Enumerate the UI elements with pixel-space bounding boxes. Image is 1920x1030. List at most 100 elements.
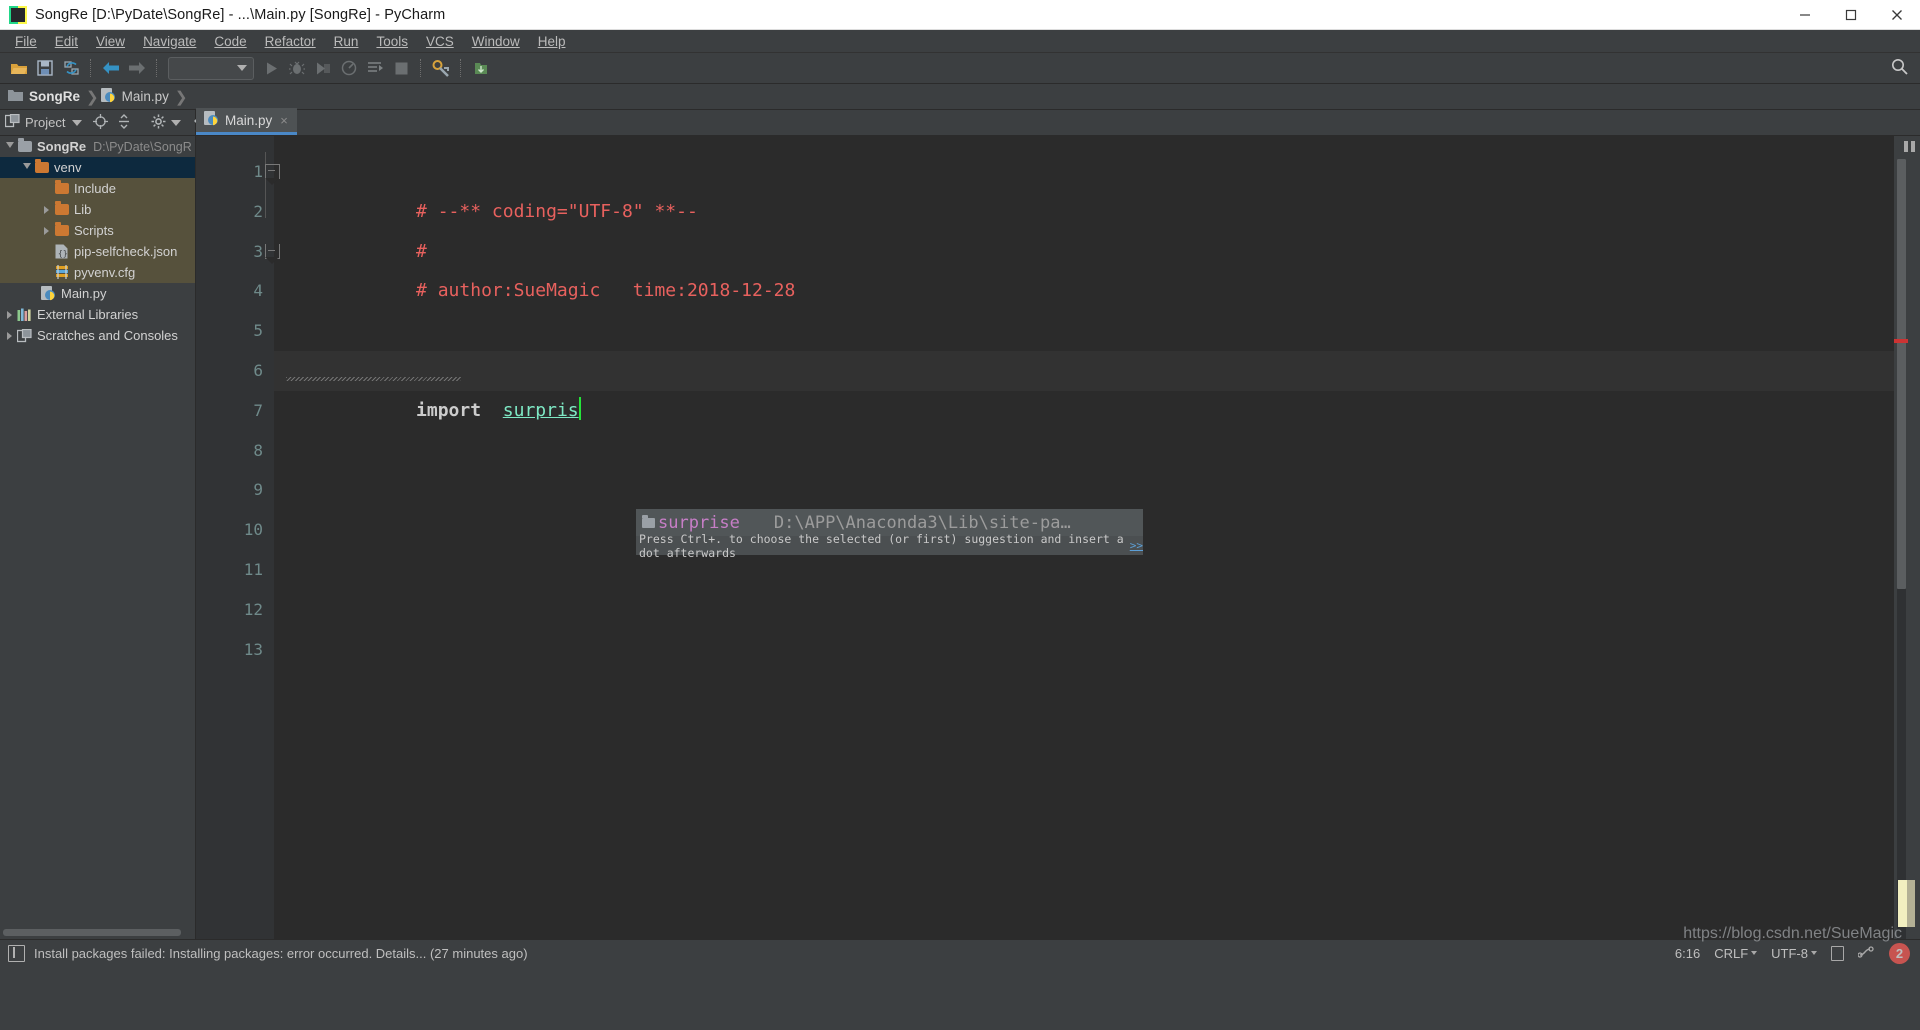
expand-arrow-icon[interactable]	[3, 331, 16, 340]
chevron-down-icon[interactable]	[72, 119, 83, 126]
line-number: 7	[253, 400, 263, 420]
menu-vcs[interactable]: VCS	[417, 32, 463, 51]
tree-item-venv[interactable]: venv	[0, 157, 195, 178]
expand-arrow-icon[interactable]	[20, 162, 33, 173]
vertical-scrollbar-thumb[interactable]	[1897, 159, 1906, 589]
folder-icon	[642, 514, 655, 528]
menu-help[interactable]: Help	[529, 32, 575, 51]
expand-arrow-icon[interactable]	[3, 141, 16, 152]
fold-marker-end-icon[interactable]	[265, 243, 280, 264]
code-line-5[interactable]	[274, 311, 1894, 351]
folder-icon	[53, 180, 70, 194]
navigate-back-icon[interactable]	[98, 56, 124, 80]
code-line-12[interactable]	[274, 590, 1894, 630]
code-line-7[interactable]	[274, 391, 1894, 431]
menu-window[interactable]: Window	[463, 32, 529, 51]
settings-icon[interactable]	[428, 56, 454, 80]
status-message[interactable]: Install packages failed: Installing pack…	[34, 946, 528, 961]
breadcrumb-item-mainpy[interactable]: Main.py	[100, 87, 173, 106]
profile-icon[interactable]	[336, 56, 362, 80]
tree-item-external-libraries[interactable]: External Libraries	[0, 304, 195, 325]
code-editor[interactable]: 1 2 3 4 5 6 7 8 9 10 11 12 13 # --** cod…	[196, 136, 1920, 939]
breadcrumb-separator-2: ❯	[174, 88, 188, 106]
tree-item-include[interactable]: Include	[0, 178, 195, 199]
maximize-button[interactable]	[1828, 0, 1874, 29]
editor-marker-bar[interactable]	[1894, 136, 1920, 939]
code-line-13[interactable]	[274, 630, 1894, 670]
close-icon[interactable]: ×	[280, 113, 288, 128]
attach-to-process-icon[interactable]	[362, 56, 388, 80]
menu-edit[interactable]: Edit	[46, 32, 87, 51]
close-button[interactable]	[1874, 0, 1920, 29]
error-marker[interactable]	[1894, 339, 1908, 343]
code-line-8[interactable]	[274, 431, 1894, 471]
fold-marker-icon[interactable]	[265, 164, 280, 185]
git-branch-icon[interactable]	[1857, 944, 1875, 962]
notification-badge[interactable]: 2	[1889, 942, 1910, 964]
main-toolbar	[0, 53, 1920, 84]
menu-file[interactable]: File	[6, 32, 46, 51]
tree-item-songre[interactable]: SongRe D:\PyDate\SongR	[0, 136, 195, 157]
event-log-icon[interactable]	[8, 944, 25, 962]
expand-arrow-icon[interactable]	[3, 310, 16, 319]
menu-navigate[interactable]: Navigate	[134, 32, 205, 51]
lock-icon[interactable]	[1831, 945, 1844, 961]
inspection-pause-icon[interactable]	[1904, 141, 1915, 152]
navigate-forward-icon[interactable]	[124, 56, 150, 80]
tree-item-pyvenv-cfg[interactable]: pyvenv.cfg	[0, 262, 195, 283]
menu-view[interactable]: View	[87, 32, 134, 51]
folder-icon	[8, 89, 23, 104]
menu-file-label: File	[15, 33, 37, 49]
python-file-icon	[40, 286, 57, 301]
menu-run[interactable]: Run	[325, 32, 368, 51]
collapse-all-icon[interactable]	[117, 113, 131, 132]
encoding-select[interactable]: UTF-8	[1771, 946, 1817, 961]
search-everywhere-icon[interactable]	[1891, 58, 1908, 78]
completion-hint-more-link[interactable]: >>	[1130, 539, 1143, 552]
code-text-area[interactable]: # --** coding="UTF-8" **-- # # author:Su…	[265, 136, 1894, 939]
horizontal-scrollbar[interactable]	[3, 928, 181, 936]
breadcrumb: SongRe ❯ Main.py ❯	[0, 84, 1920, 110]
code-completion-popup[interactable]: surprise D:\APP\Anaconda3\Lib\site-pa… P…	[636, 509, 1143, 560]
line-number: 11	[243, 559, 263, 579]
code-line-1[interactable]: # --** coding="UTF-8" **--	[265, 152, 1894, 222]
code-line-3[interactable]: # author:SueMagic time:2018-12-28	[265, 232, 1894, 301]
tab-main-py[interactable]: Main.py ×	[196, 108, 297, 135]
project-panel-header: Project	[0, 110, 208, 136]
caret-position[interactable]: 6:16	[1675, 946, 1700, 961]
update-project-icon[interactable]	[468, 56, 494, 80]
debug-icon[interactable]	[284, 56, 310, 80]
save-all-icon[interactable]	[32, 56, 58, 80]
menu-refactor[interactable]: Refactor	[256, 32, 325, 51]
project-tree[interactable]: SongRe D:\PyDate\SongR venv Include Lib …	[0, 136, 195, 925]
tree-item-lib[interactable]: Lib	[0, 199, 195, 220]
tree-item-label: SongRe	[37, 139, 87, 154]
line-separator-select[interactable]: CRLF	[1714, 946, 1758, 961]
tree-item-pip-selfcheck[interactable]: {} pip-selfcheck.json	[0, 241, 195, 262]
menu-help-label: Help	[537, 33, 566, 49]
crosshair-icon[interactable]	[93, 113, 109, 132]
stop-icon[interactable]	[388, 56, 414, 80]
expand-arrow-icon[interactable]	[40, 226, 53, 235]
run-icon[interactable]	[258, 56, 284, 80]
run-with-coverage-icon[interactable]	[310, 56, 336, 80]
breadcrumb-item-songre[interactable]: SongRe	[8, 89, 84, 104]
code-line-2[interactable]: #	[274, 192, 1894, 262]
gear-icon[interactable]	[151, 114, 166, 132]
minimize-button[interactable]	[1782, 0, 1828, 29]
code-line-6[interactable]: import surpris	[274, 350, 1894, 421]
fold-guide-line	[265, 152, 266, 218]
code-line-9[interactable]	[274, 470, 1894, 510]
tree-item-scratches-and-consoles[interactable]: Scratches and Consoles	[0, 325, 195, 346]
expand-arrow-icon[interactable]	[40, 205, 53, 214]
tree-item-scripts[interactable]: Scripts	[0, 220, 195, 241]
gear-chevron-icon[interactable]	[171, 119, 182, 126]
synchronize-icon[interactable]	[58, 56, 84, 80]
code-line-4[interactable]	[274, 271, 1894, 311]
open-project-icon[interactable]	[6, 56, 32, 80]
tree-item-main-py[interactable]: Main.py	[0, 283, 195, 304]
run-configuration-select[interactable]	[168, 56, 254, 80]
menu-code[interactable]: Code	[205, 32, 255, 51]
chevron-down-icon	[237, 65, 247, 71]
menu-tools[interactable]: Tools	[367, 32, 417, 51]
